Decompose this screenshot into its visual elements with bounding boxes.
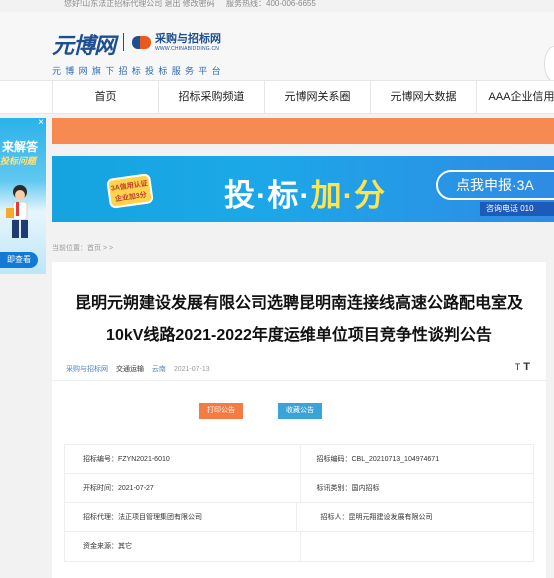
banner-phone: 咨询电话 010 xyxy=(480,202,554,216)
nav-item-bidding-channel[interactable]: 招标采购频道 xyxy=(158,81,264,114)
site-logo[interactable]: 元博网 采购与招标网 WWW.CHINABIDDING.CN 元博网旗下招标投标服务… xyxy=(52,28,225,77)
print-button[interactable]: 打印公告 xyxy=(199,403,243,419)
breadcrumb[interactable]: 当前位置：首页 > > xyxy=(52,243,113,253)
bid-code: 招标编码：CBL_20210713_104974671 xyxy=(299,445,534,473)
logo-brand: 采购与招标网 WWW.CHINABIDDING.CN xyxy=(155,30,221,52)
side-ad-view-button[interactable]: 即查看 xyxy=(0,252,38,268)
service-hotline: 服务热线：400-006-6655 xyxy=(226,0,316,8)
logo-brand-en: WWW.CHINABIDDING.CN xyxy=(155,46,220,52)
side-ad-line2: 投标问题 xyxy=(0,156,37,166)
article-region[interactable]: 云南 xyxy=(152,366,166,373)
banner-slogan-a: 投·标· xyxy=(224,178,311,213)
font-size-switch: TT xyxy=(515,361,530,373)
nav-item-home[interactable]: 首页 xyxy=(52,81,158,114)
bid-number: 招标编号：FZYN2021-6010 xyxy=(83,456,170,463)
logo-tagline: 元博网旗下招标投标服务平台 xyxy=(52,66,225,76)
bid-category: 标讯类别：国内招标 xyxy=(299,474,534,502)
open-time: 开标时间：2021-07-27 xyxy=(83,485,154,492)
logo-divider xyxy=(123,33,125,51)
promo-banner[interactable]: 3A信用认证企业加3分 投·标·加·分 点我申报·3A 咨询电话 010 xyxy=(52,156,554,222)
person-illustration-icon xyxy=(6,185,28,238)
bid-agent: 招标代理：法正项目管理集团有限公司 xyxy=(83,514,202,521)
close-icon[interactable]: × xyxy=(36,118,46,128)
nav-item-relations[interactable]: 元博网关系圈 xyxy=(264,81,370,114)
article-title: 昆明元朔建设发展有限公司选聘昆明南连接线高速公路配电室及 10kV线路2021-… xyxy=(52,288,546,352)
banner-slogan-b: 加·分 xyxy=(310,178,386,213)
site-header: 元博网 采购与招标网 WWW.CHINABIDDING.CN 元博网旗下招标投标服务… xyxy=(0,12,554,82)
top-bar: 您好!山东法正招标代理公司 退出 修改密码 服务热线：400-006-6655 xyxy=(0,0,554,12)
header-search-button[interactable] xyxy=(544,46,554,82)
bid-owner: 招标人：昆明元翔建设发展有限公司 xyxy=(295,503,534,531)
meta-divider xyxy=(52,380,546,381)
banner-apply-button[interactable]: 点我申报·3A xyxy=(436,170,554,200)
article-card: 昆明元朔建设发展有限公司选聘昆明南连接线高速公路配电室及 10kV线路2021-… xyxy=(52,262,546,578)
bid-info-table: 招标编号：FZYN2021-6010 招标编码：CBL_20210713_104… xyxy=(64,444,534,562)
favorite-button[interactable]: 收藏公告 xyxy=(278,403,322,419)
logo-mark: 元博网 xyxy=(52,33,116,59)
article-category[interactable]: 交通运输 xyxy=(116,366,144,373)
table-row: 资金来源：其它 xyxy=(65,532,533,561)
nav-item-big-data[interactable]: 元博网大数据 xyxy=(370,81,476,114)
article-title-line2: 10kV线路2021-2022年度运维单位项目竞争性谈判公告 xyxy=(106,327,492,344)
article-source[interactable]: 采购与招标网 xyxy=(66,366,108,373)
side-ad-line1: 来解答 xyxy=(2,140,39,154)
main-nav: 首页 招标采购频道 元博网关系圈 元博网大数据 AAA企业信用 xyxy=(0,80,554,114)
user-greeting[interactable]: 您好!山东法正招标代理公司 退出 修改密码 xyxy=(64,0,215,8)
article-title-line1: 昆明元朔建设发展有限公司选聘昆明南连接线高速公路配电室及 xyxy=(74,295,523,312)
chinabidding-logo-icon xyxy=(132,36,152,49)
credit-badge: 3A信用认证企业加3分 xyxy=(106,173,154,209)
logo-brand-cn: 采购与招标网 xyxy=(155,33,222,45)
nav-item-credit[interactable]: AAA企业信用 xyxy=(476,81,554,114)
font-small-button[interactable]: T xyxy=(515,362,521,372)
font-large-button[interactable]: T xyxy=(523,361,530,373)
banner-slogan: 投·标·加·分 xyxy=(224,170,386,215)
promo-strip[interactable] xyxy=(52,118,554,144)
article-date: 2021-07-13 xyxy=(173,366,210,373)
table-row: 招标代理：法正项目管理集团有限公司 招标人：昆明元翔建设发展有限公司 xyxy=(65,503,533,532)
side-float-ad[interactable]: 来解答 投标问题 即查看 xyxy=(0,118,46,274)
article-meta: 采购与招标网 交通运输 云南 2021-07-13 xyxy=(66,364,210,374)
table-row: 开标时间：2021-07-27 标讯类别：国内招标 xyxy=(65,474,533,503)
table-row: 招标编号：FZYN2021-6010 招标编码：CBL_20210713_104… xyxy=(65,445,533,474)
empty-cell xyxy=(299,532,534,561)
fund-source: 资金来源：其它 xyxy=(83,543,132,550)
